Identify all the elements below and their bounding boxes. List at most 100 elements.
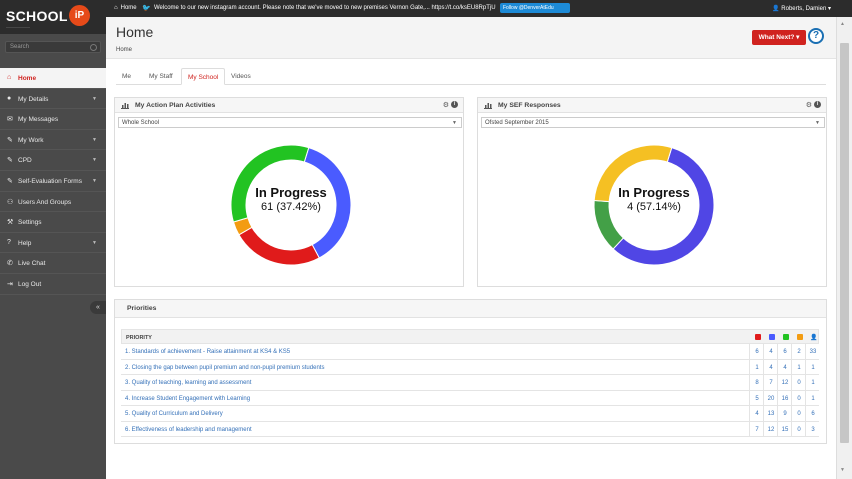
topbar-home-link[interactable]: ⌂ Home [111, 5, 137, 11]
sidebar-item-my-work[interactable]: ✎ My Work ▼ [0, 129, 106, 151]
info-icon[interactable]: i [451, 101, 458, 108]
scroll-down-icon[interactable]: ▼ [840, 467, 845, 473]
count-cell[interactable]: 13 [764, 411, 778, 417]
count-cell[interactable]: 15 [778, 427, 792, 433]
caret-down-icon: ▾ [826, 6, 831, 12]
sidebar-item-log-out[interactable]: ⇥ Log Out [0, 273, 106, 295]
page-scrollbar[interactable]: ▲ ▼ [836, 17, 852, 479]
count-cell[interactable]: 2 [792, 349, 806, 355]
sidebar-item-my-details[interactable]: ● My Details ▼ [0, 88, 106, 110]
action-plan-panel: My Action Plan Activities ⚙ i Whole Scho… [114, 97, 464, 287]
search-placeholder: Search [10, 44, 30, 50]
scrollbar-thumb[interactable] [840, 43, 849, 443]
count-cell[interactable]: 4 [764, 349, 778, 355]
tab-videos[interactable]: Videos [225, 68, 257, 85]
count-cell[interactable]: 12 [778, 380, 792, 386]
sef-panel: My SEF Responses ⚙ i Ofsted September 20… [477, 97, 827, 287]
search-input[interactable]: Search [5, 41, 101, 53]
count-cell[interactable]: 3 [806, 427, 820, 433]
help-icon[interactable]: ? [808, 28, 824, 44]
priority-link[interactable]: 5. Quality of Curriculum and Delivery [125, 411, 223, 417]
count-cell[interactable]: 7 [750, 427, 764, 433]
gear-icon[interactable]: ⚙ [443, 101, 449, 109]
gear-icon[interactable]: ⚙ [806, 101, 812, 109]
info-icon[interactable]: i [814, 101, 821, 108]
table-row: 4. Increase Student Engagement with Lear… [121, 390, 820, 406]
priority-link[interactable]: 2. Closing the gap between pupil premium… [125, 365, 324, 371]
status-color-header [793, 334, 807, 342]
count-cell[interactable]: 5 [750, 396, 764, 402]
priority-link[interactable]: 4. Increase Student Engagement with Lear… [125, 396, 250, 402]
count-cell[interactable]: 4 [778, 365, 792, 371]
priority-link[interactable]: 3. Quality of teaching, learning and ass… [125, 380, 251, 386]
count-cell[interactable]: 0 [792, 427, 806, 433]
breadcrumb[interactable]: Home [116, 47, 132, 53]
count-cell[interactable]: 1 [792, 365, 806, 371]
sidebar-item-help[interactable]: ? Help ▼ [0, 232, 106, 254]
count-cell[interactable]: 7 [764, 380, 778, 386]
action-plan-center-title: In Progress [255, 185, 327, 200]
twitter-follow-label: Follow @DenverAtEdu [503, 5, 554, 11]
topbar-home-label: Home [120, 5, 137, 11]
count-cell[interactable]: 33 [806, 349, 820, 355]
sidebar-item-label: Settings [18, 219, 42, 227]
priority-column-header: PRIORITY [126, 335, 152, 341]
caret-down-icon: ▼ [815, 120, 820, 126]
count-cell[interactable]: 9 [778, 411, 792, 417]
sidebar-item-settings[interactable]: ⚒ Settings [0, 212, 106, 233]
user-icon: ● [7, 94, 12, 102]
sef-center-title: In Progress [618, 185, 690, 200]
count-cell[interactable]: 0 [792, 380, 806, 386]
donut-slice[interactable] [238, 226, 320, 266]
action-plan-scope-select[interactable]: Whole School ▼ [118, 117, 462, 128]
sidebar-item-home[interactable]: ⌂ Home [0, 68, 106, 89]
count-cell[interactable]: 20 [764, 396, 778, 402]
caret-down-icon: ▾ [794, 34, 800, 41]
count-cell[interactable]: 1 [750, 365, 764, 371]
count-cell[interactable]: 1 [806, 380, 820, 386]
sidebar-item-cpd[interactable]: ✎ CPD ▼ [0, 150, 106, 171]
sef-form-select[interactable]: Ofsted September 2015 ▼ [481, 117, 825, 128]
search-icon[interactable] [90, 44, 97, 51]
count-cell[interactable]: 8 [750, 380, 764, 386]
count-cell[interactable]: 4 [764, 365, 778, 371]
priority-link[interactable]: 1. Standards of achievement - Raise atta… [125, 349, 290, 355]
sidebar-item-self-evaluation-forms[interactable]: ✎ Self-Evaluation Forms ▼ [0, 170, 106, 192]
sidebar-item-label: My Work [18, 136, 44, 144]
count-cell[interactable]: 16 [778, 396, 792, 402]
sidebar-item-my-messages[interactable]: ✉ My Messages [0, 109, 106, 130]
envelope-icon: ✉ [7, 116, 13, 124]
count-cell[interactable]: 12 [764, 427, 778, 433]
sidebar-item-users-and-groups[interactable]: ⚇ Users And Groups [0, 191, 106, 213]
sidebar-item-live-chat[interactable]: ✆ Live Chat [0, 253, 106, 274]
collapse-sidebar-button[interactable]: « [90, 301, 106, 314]
count-cell[interactable]: 6 [778, 349, 792, 355]
sidebar-item-label: Help [18, 239, 32, 247]
user-menu[interactable]: 👤 Roberts, Damien ▾ [772, 5, 831, 12]
sef-title: My SEF Responses [498, 102, 561, 109]
scroll-up-icon[interactable]: ▲ [840, 21, 845, 27]
count-cell[interactable]: 0 [792, 396, 806, 402]
count-cell[interactable]: 1 [806, 396, 820, 402]
count-cell[interactable]: 0 [792, 411, 806, 417]
twitter-follow-button[interactable]: Follow @DenverAtEdu [500, 3, 570, 13]
twitter-message[interactable]: Welcome to our new instagram account. Pl… [154, 5, 496, 11]
count-cell[interactable]: 6 [806, 411, 820, 417]
count-cell[interactable]: 1 [806, 365, 820, 371]
what-next-button[interactable]: What Next? ▾ [752, 30, 806, 45]
logo-wordmark: SCHOOL [6, 8, 68, 24]
logo-ip-badge: iP [69, 5, 90, 26]
count-cell[interactable]: 4 [750, 411, 764, 417]
sef-center-value: 4 (57.14%) [627, 201, 681, 213]
chevron-down-icon: ▼ [92, 136, 97, 143]
tab-my-staff[interactable]: My Staff [143, 68, 179, 85]
wrench-icon: ⚒ [7, 219, 14, 227]
tab-my-school[interactable]: My School [181, 68, 226, 85]
count-cell[interactable]: 6 [750, 349, 764, 355]
tab-me[interactable]: Me [116, 68, 137, 85]
home-icon: ⌂ [114, 5, 118, 11]
action-plan-title: My Action Plan Activities [135, 102, 216, 109]
priority-link[interactable]: 6. Effectiveness of leadership and manag… [125, 427, 252, 433]
user-name: Roberts, Damien [781, 6, 827, 12]
logo[interactable]: SCHOOL iP ———————— [0, 0, 106, 34]
